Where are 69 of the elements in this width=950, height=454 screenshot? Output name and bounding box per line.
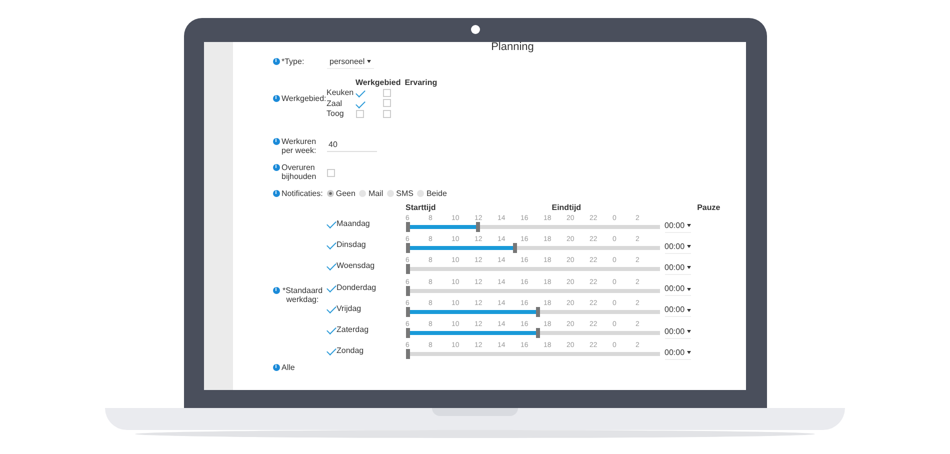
slider-handle[interactable] xyxy=(406,328,410,338)
column-header: Werkgebied xyxy=(356,78,401,87)
field-label: Werkuren per week: xyxy=(282,137,318,155)
slider-handle[interactable] xyxy=(406,306,410,317)
pause-dropdown[interactable]: 00:00 xyxy=(664,326,691,339)
field-label: Overuren bijhouden xyxy=(282,163,318,181)
camera-dot xyxy=(470,25,480,34)
checkbox[interactable] xyxy=(356,110,364,118)
type-dropdown[interactable]: personeel xyxy=(326,57,374,69)
pause-dropdown[interactable]: 00:00 xyxy=(664,348,691,360)
time-slider[interactable] xyxy=(406,306,660,317)
time-slider[interactable] xyxy=(406,222,660,232)
caret-icon xyxy=(686,308,691,312)
caret-icon xyxy=(686,351,691,354)
slider-handle[interactable] xyxy=(536,328,540,338)
day-name: Zaterdag xyxy=(336,325,369,334)
checkbox[interactable] xyxy=(382,99,390,108)
area-name: Toog xyxy=(326,109,345,118)
hours-input[interactable]: 40 xyxy=(326,140,376,152)
slider-handle[interactable] xyxy=(406,286,410,296)
checkbox[interactable] xyxy=(326,169,334,177)
radio-option[interactable]: Mail xyxy=(359,189,384,198)
slider-handle[interactable] xyxy=(406,222,410,232)
radio-option[interactable]: Geen xyxy=(326,189,356,198)
slider-handle[interactable] xyxy=(406,264,410,274)
caret-icon xyxy=(686,245,691,248)
field-label: Werkgebied: xyxy=(282,94,326,102)
check-icon[interactable] xyxy=(326,261,336,271)
day-name: Zondag xyxy=(336,346,364,356)
field-label: Alle xyxy=(282,363,295,372)
checkbox[interactable] xyxy=(382,110,390,118)
caret-icon xyxy=(686,288,691,291)
pause-dropdown[interactable]: 00:00 xyxy=(664,220,691,233)
field-label: Notificaties: xyxy=(282,189,323,198)
slider-handle[interactable] xyxy=(536,306,540,317)
caret-icon xyxy=(686,224,691,227)
column-header: Starttijd xyxy=(406,203,436,213)
caret-icon xyxy=(686,330,691,333)
slider-handle[interactable] xyxy=(406,243,410,254)
page-title: Planning xyxy=(490,42,535,53)
radio-option[interactable]: SMS xyxy=(387,189,414,198)
radio-option[interactable]: Beide xyxy=(417,189,447,198)
slider-handle[interactable] xyxy=(406,349,410,360)
day-name: Dinsdag xyxy=(336,240,366,250)
pause-dropdown[interactable]: 00:00 xyxy=(664,284,691,296)
time-slider[interactable] xyxy=(406,286,660,296)
column-header: Eindtijd xyxy=(552,203,582,213)
day-name: Woensdag xyxy=(336,261,375,270)
field-label: *Type: xyxy=(282,57,304,66)
area-name: Keuken xyxy=(326,88,355,98)
time-slider[interactable] xyxy=(406,328,660,338)
checkbox[interactable] xyxy=(382,88,390,97)
time-slider[interactable] xyxy=(406,349,660,360)
caret-icon xyxy=(686,266,691,270)
caret-icon xyxy=(366,60,371,64)
time-slider[interactable] xyxy=(406,243,660,254)
pause-dropdown[interactable]: 00:00 xyxy=(664,305,691,318)
time-slider[interactable] xyxy=(406,264,660,274)
field-label: *Standaard werkdag: xyxy=(282,286,324,304)
pause-dropdown[interactable]: 00:00 xyxy=(664,262,691,275)
day-name: Donderdag xyxy=(336,282,376,292)
column-header: Pauze xyxy=(697,203,720,213)
day-name: Maandag xyxy=(336,219,370,228)
day-name: Vrijdag xyxy=(336,304,362,313)
pause-dropdown[interactable]: 00:00 xyxy=(664,242,691,254)
area-name: Zaal xyxy=(326,98,344,108)
column-header: Ervaring xyxy=(404,78,438,87)
slider-handle[interactable] xyxy=(476,222,480,232)
slider-handle[interactable] xyxy=(513,243,517,254)
